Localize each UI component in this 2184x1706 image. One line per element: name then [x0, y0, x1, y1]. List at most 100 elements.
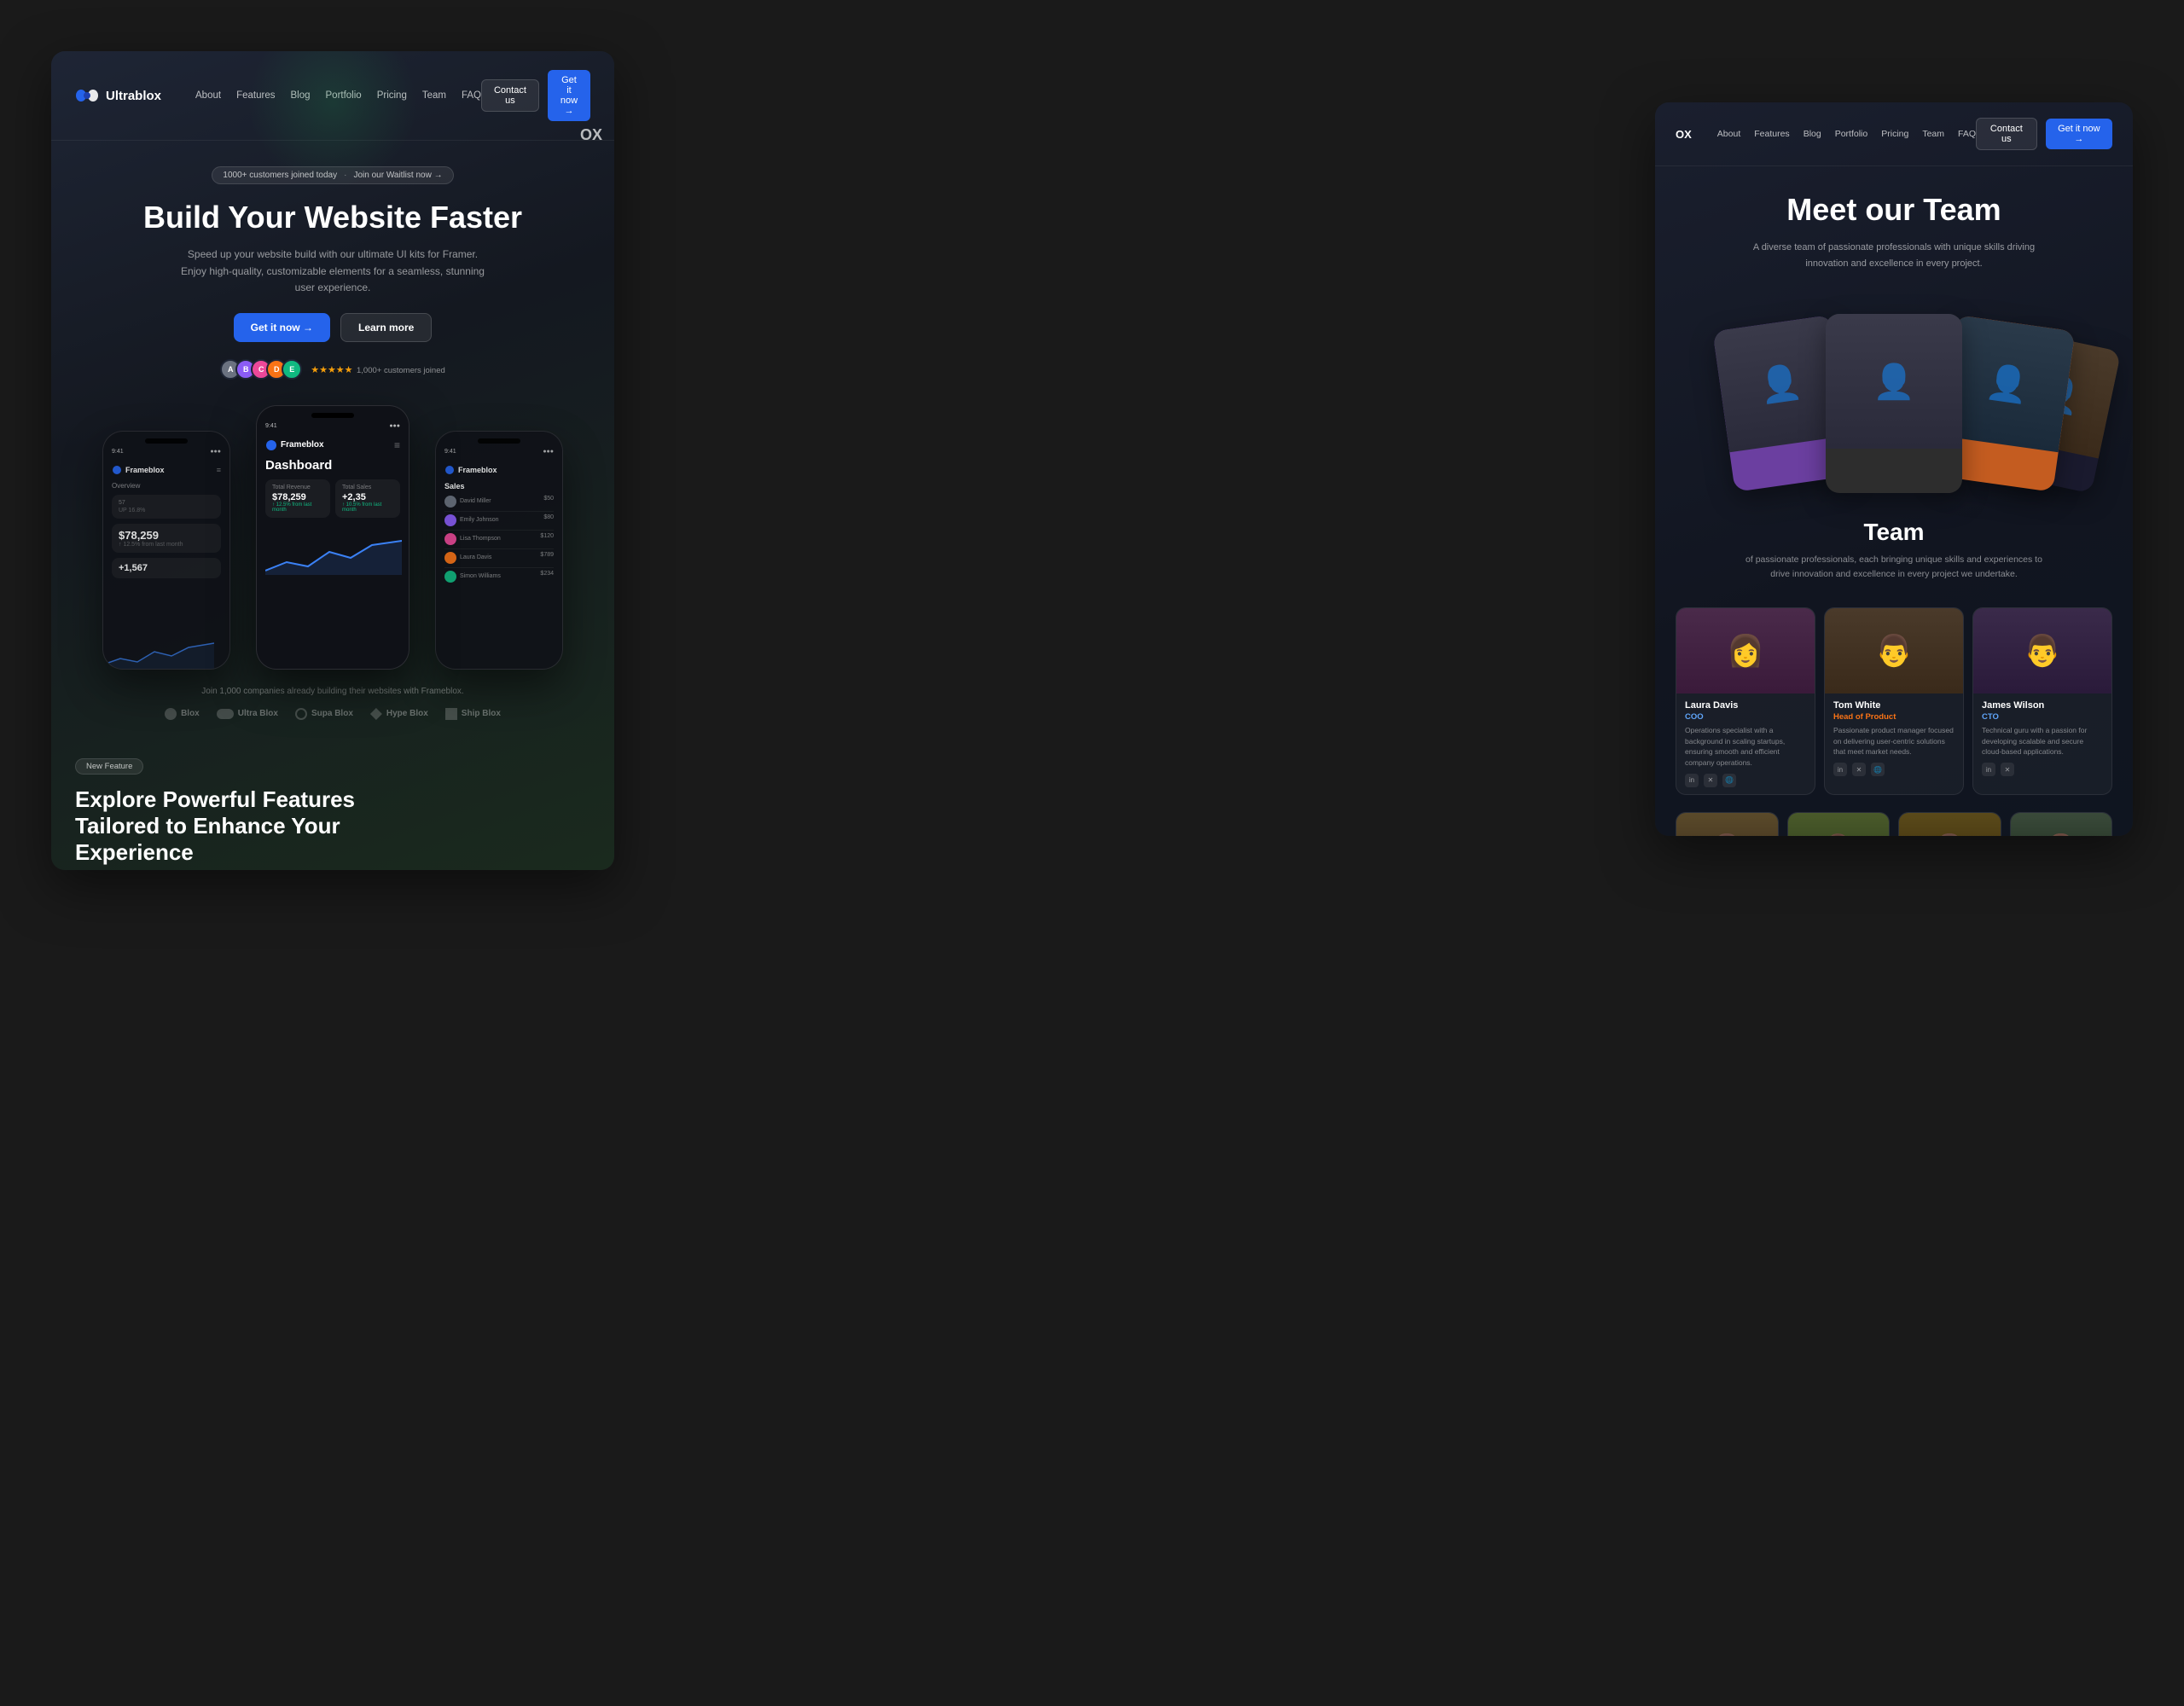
phone-stat-1: 57 UP 16.8%: [112, 495, 221, 519]
hero-title: Build Your Website Faster: [75, 200, 590, 235]
trust-section: Join 1,000 companies already building th…: [51, 670, 614, 737]
r-nav-about[interactable]: About: [1717, 129, 1740, 139]
team-section: Team of passionate professionals, each b…: [1655, 510, 2133, 607]
phone-content-left: Frameblox ≡ Overview 57 UP 16.8% $78,259…: [103, 458, 229, 590]
team-member-r2-4: 👩: [2010, 812, 2113, 836]
phone-notch-right: [478, 438, 520, 444]
trust-logo-icon-1: [165, 708, 177, 720]
stars: ★★★★★ 1,000+ customers joined: [311, 362, 445, 377]
r-nav-pricing[interactable]: Pricing: [1881, 129, 1908, 139]
linkedin-icon-tom[interactable]: in: [1833, 763, 1847, 776]
nav-faq[interactable]: FAQ: [462, 90, 481, 101]
phone-center: 9:41 ●●● Frameblox ≡ Dashboard Total Rev…: [256, 405, 410, 670]
team-card-main: 👤: [1826, 314, 1962, 493]
member-role-tom: Head of Product: [1833, 712, 1955, 722]
hero-section: 1000+ customers joined today · Join our …: [51, 141, 614, 380]
overview-label: Overview: [112, 482, 221, 490]
sales-item-5: Simon Williams $234: [444, 571, 554, 583]
nav-portfolio[interactable]: Portfolio: [326, 90, 362, 101]
hypeblox-icon: [370, 708, 382, 720]
member-name-laura: Laura Davis: [1685, 700, 1806, 711]
ox-partial-text: OX: [580, 126, 602, 144]
twitter-icon-james[interactable]: ✕: [2001, 763, 2014, 776]
member-bio-laura: Operations specialist with a background …: [1685, 725, 1806, 769]
phone-stat-revenue: $78,259 ↑ 12.5% from last month: [112, 524, 221, 553]
sales-item-1: David Miller $50: [444, 496, 554, 512]
member-photo-james: 👨: [1973, 608, 2111, 693]
phone-status-center: 9:41 ●●●: [257, 423, 409, 432]
sales-label: Sales: [444, 482, 554, 490]
trust-logo-5: Ship Blox: [445, 708, 501, 720]
phone-app-logo: Frameblox: [112, 465, 165, 475]
r-nav-features[interactable]: Features: [1754, 129, 1789, 139]
contact-button[interactable]: Contact us: [481, 79, 539, 112]
phone-app-header-center: Frameblox ≡: [265, 439, 400, 451]
phone-app-logo-right: Frameblox: [444, 465, 497, 475]
r-nav-blog[interactable]: Blog: [1804, 129, 1821, 139]
member-bio-tom: Passionate product manager focused on de…: [1833, 725, 1955, 757]
team-member-r2-3: 👩: [1898, 812, 2001, 836]
linkedin-icon[interactable]: in: [1685, 774, 1699, 787]
logo[interactable]: Ultrablox: [75, 84, 161, 107]
team-member-james: 👨 James Wilson CTO Technical guru with a…: [1972, 607, 2112, 795]
get-now-hero-button[interactable]: Get it now →: [234, 313, 330, 342]
learn-more-button[interactable]: Learn more: [340, 313, 432, 342]
linkedin-icon-james[interactable]: in: [1982, 763, 1995, 776]
nav-about[interactable]: About: [195, 90, 221, 101]
phone-app-header-right: Frameblox: [444, 465, 554, 475]
team-card-photo-main: 👤: [1826, 314, 1962, 449]
member-social-james: in ✕: [1982, 763, 2103, 776]
member-info-tom: Tom White Head of Product Passionate pro…: [1825, 693, 1963, 783]
team-grid: 👩 Laura Davis COO Operations specialist …: [1655, 607, 2133, 812]
nav-pricing[interactable]: Pricing: [377, 90, 407, 101]
team-member-r2-1: 👩: [1676, 812, 1779, 836]
right-contact-button[interactable]: Contact us: [1976, 118, 2037, 150]
phone-left: 9:41●●● Frameblox ≡ Overview 57 UP 16.8%…: [102, 431, 230, 670]
sales-item-4: Laura Davis $789: [444, 552, 554, 568]
r-nav-portfolio[interactable]: Portfolio: [1835, 129, 1868, 139]
trust-logos: Blox Ultra Blox Supa Blox Hype Blox Ship…: [75, 708, 590, 720]
phone-notch-left: [145, 438, 188, 444]
twitter-icon[interactable]: ✕: [1704, 774, 1717, 787]
team-member-r2-2: 👨: [1787, 812, 1891, 836]
nav-blog[interactable]: Blog: [290, 90, 310, 101]
member-social-tom: in ✕ 🌐: [1833, 763, 1955, 776]
web-icon-tom[interactable]: 🌐: [1871, 763, 1885, 776]
trust-logo-1: Blox: [165, 708, 200, 720]
nav-team[interactable]: Team: [422, 90, 446, 101]
phone-stat-3: +1,567: [112, 558, 221, 578]
ultrablox-icon: [217, 709, 234, 719]
dashboard-title: Dashboard: [265, 458, 400, 473]
right-get-now-button[interactable]: Get it now →: [2046, 119, 2112, 149]
right-panel: OX About Features Blog Portfolio Pricing…: [1655, 102, 2133, 836]
member-bio-james: Technical guru with a passion for develo…: [1982, 725, 2103, 757]
trust-logo-4: Hype Blox: [370, 708, 428, 720]
right-nav-links: About Features Blog Portfolio Pricing Te…: [1717, 129, 1976, 139]
get-now-button-nav[interactable]: Get it now →: [548, 70, 590, 121]
member-role-james: CTO: [1982, 712, 2103, 722]
chart-svg: [103, 635, 214, 669]
trust-logo-3: Supa Blox: [295, 708, 353, 720]
nav-features[interactable]: Features: [236, 90, 275, 101]
r-nav-team[interactable]: Team: [1922, 129, 1944, 139]
avatars: A B C D E: [220, 359, 302, 380]
r-nav-faq[interactable]: FAQ: [1958, 129, 1976, 139]
logo-icon: [75, 84, 99, 107]
team-photo-r2-3: 👩: [1899, 813, 2001, 836]
phone-status-left: 9:41●●●: [103, 449, 229, 458]
center-chart: [265, 528, 402, 575]
member-name-tom: Tom White: [1833, 700, 1955, 711]
nav-actions: Contact us Get it now →: [481, 70, 590, 121]
team-photo-r2-4: 👩: [2011, 813, 2112, 836]
sales-item-3: Lisa Thompson $120: [444, 533, 554, 549]
member-social-laura: in ✕ 🌐: [1685, 774, 1806, 787]
meet-team-title: Meet our Team: [1676, 192, 2112, 228]
member-info-laura: Laura Davis COO Operations specialist wi…: [1676, 693, 1815, 794]
waitlist-badge[interactable]: 1000+ customers joined today · Join our …: [212, 166, 453, 184]
team-subtitle: of passionate professionals, each bringi…: [1740, 553, 2048, 582]
social-proof: A B C D E ★★★★★ 1,000+ customers joined: [75, 359, 590, 380]
phone-app-header: Frameblox ≡: [112, 465, 221, 475]
web-icon[interactable]: 🌐: [1722, 774, 1736, 787]
team-photo-r2-1: 👩: [1676, 813, 1778, 836]
twitter-icon-tom[interactable]: ✕: [1852, 763, 1866, 776]
